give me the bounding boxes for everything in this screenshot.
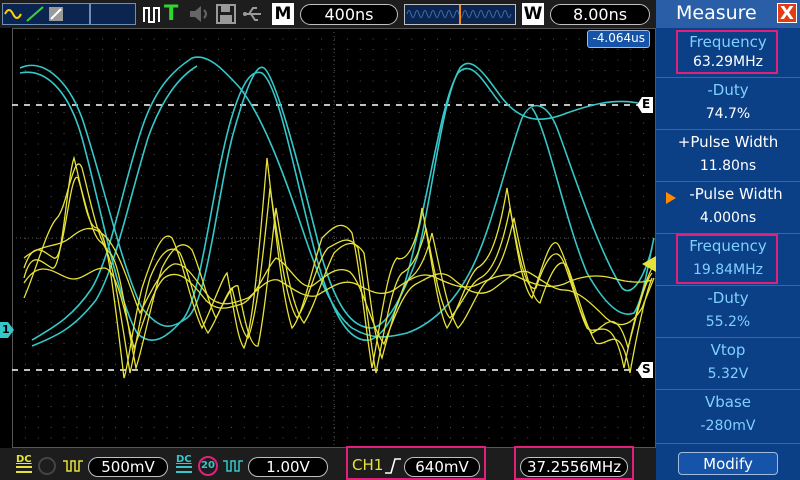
channel-status-bar: DC 500mV DC 20 1.00V CH1 640mV 37.2556MH… xyxy=(0,446,656,480)
trigger-status-icon: T xyxy=(164,1,179,25)
measure-value-7: 5.32V xyxy=(707,366,749,382)
rising-edge-icon xyxy=(384,457,402,479)
measure-value-6: 55.2% xyxy=(705,314,751,330)
measure-value-4: 4.000ns xyxy=(699,210,757,226)
measure-divider xyxy=(656,285,800,286)
measure-label-3[interactable]: +Pulse Width xyxy=(656,133,800,151)
measure-divider xyxy=(656,443,800,444)
waveform-screen[interactable]: -4.064us E S xyxy=(12,28,656,448)
measure-divider xyxy=(656,129,800,130)
measure-label-2[interactable]: -Duty xyxy=(656,81,800,99)
measure-value-3: 11.80ns xyxy=(699,158,757,174)
ch1-bandwidth-icon[interactable] xyxy=(38,457,56,475)
timebase-delay[interactable]: 400ns xyxy=(300,4,398,25)
memory-position-bar[interactable] xyxy=(404,4,516,25)
ch1-invert-icon xyxy=(62,457,84,479)
ch1-volts-div[interactable]: 500mV xyxy=(88,457,168,477)
measure-panel: Measure X Frequency 63.29MHz -Duty 74.7%… xyxy=(656,0,800,480)
ch2-coupling-icon xyxy=(176,466,192,473)
ch2-bandwidth-limit[interactable]: 20 xyxy=(198,456,218,476)
graticule xyxy=(12,28,656,448)
close-icon[interactable]: X xyxy=(777,3,797,24)
save-icon[interactable] xyxy=(216,4,236,28)
measure-value-8: -280mV xyxy=(700,418,756,434)
measure-divider xyxy=(656,337,800,338)
ch2-volts-div[interactable]: 1.00V xyxy=(248,457,328,477)
measure-label-8[interactable]: Vbase xyxy=(656,393,800,411)
speaker-icon xyxy=(188,4,210,28)
main-timebase-label: M xyxy=(272,3,294,25)
trigger-offset-readout: -4.064us xyxy=(587,30,650,48)
measure-value-5: 19.84MHz xyxy=(692,262,764,278)
frequency-counter: 37.2556MHz xyxy=(520,457,628,477)
measure-label-6[interactable]: -Duty xyxy=(656,289,800,307)
acquire-mode-box[interactable] xyxy=(90,3,136,25)
waveform-display-icons xyxy=(2,3,90,25)
pulse-trigger-icon xyxy=(142,4,162,28)
ch1-coupling[interactable]: DC xyxy=(16,455,32,465)
level-marker-e[interactable]: E xyxy=(636,96,654,114)
measure-divider xyxy=(656,77,800,78)
measure-label-4[interactable]: -Pulse Width xyxy=(664,185,800,203)
ch2-invert-icon xyxy=(222,457,244,479)
level-marker-s[interactable]: S xyxy=(636,361,654,379)
top-status-bar: T M 400ns W 8.00ns xyxy=(0,0,656,28)
measure-value-1: 63.29MHz xyxy=(692,54,764,70)
ch1-coupling-icon xyxy=(16,466,32,473)
window-timebase[interactable]: 8.00ns xyxy=(550,4,650,25)
ch2-coupling[interactable]: DC xyxy=(176,455,192,465)
ch1-ground-marker[interactable]: 1 xyxy=(0,322,14,338)
trigger-source[interactable]: CH1 xyxy=(352,456,383,474)
measure-label-5[interactable]: Frequency xyxy=(656,237,800,255)
measure-label-1[interactable]: Frequency xyxy=(656,33,800,51)
measure-panel-header: Measure X xyxy=(656,0,800,28)
window-timebase-label: W xyxy=(522,3,544,25)
measure-divider xyxy=(656,181,800,182)
measure-value-2: 74.7% xyxy=(705,106,751,122)
measure-divider xyxy=(656,389,800,390)
usb-icon xyxy=(242,4,264,28)
trigger-level[interactable]: 640mV xyxy=(404,457,480,477)
modify-button[interactable]: Modify xyxy=(678,452,778,475)
measure-label-7[interactable]: Vtop xyxy=(656,341,800,359)
measure-panel-title: Measure xyxy=(676,2,757,24)
